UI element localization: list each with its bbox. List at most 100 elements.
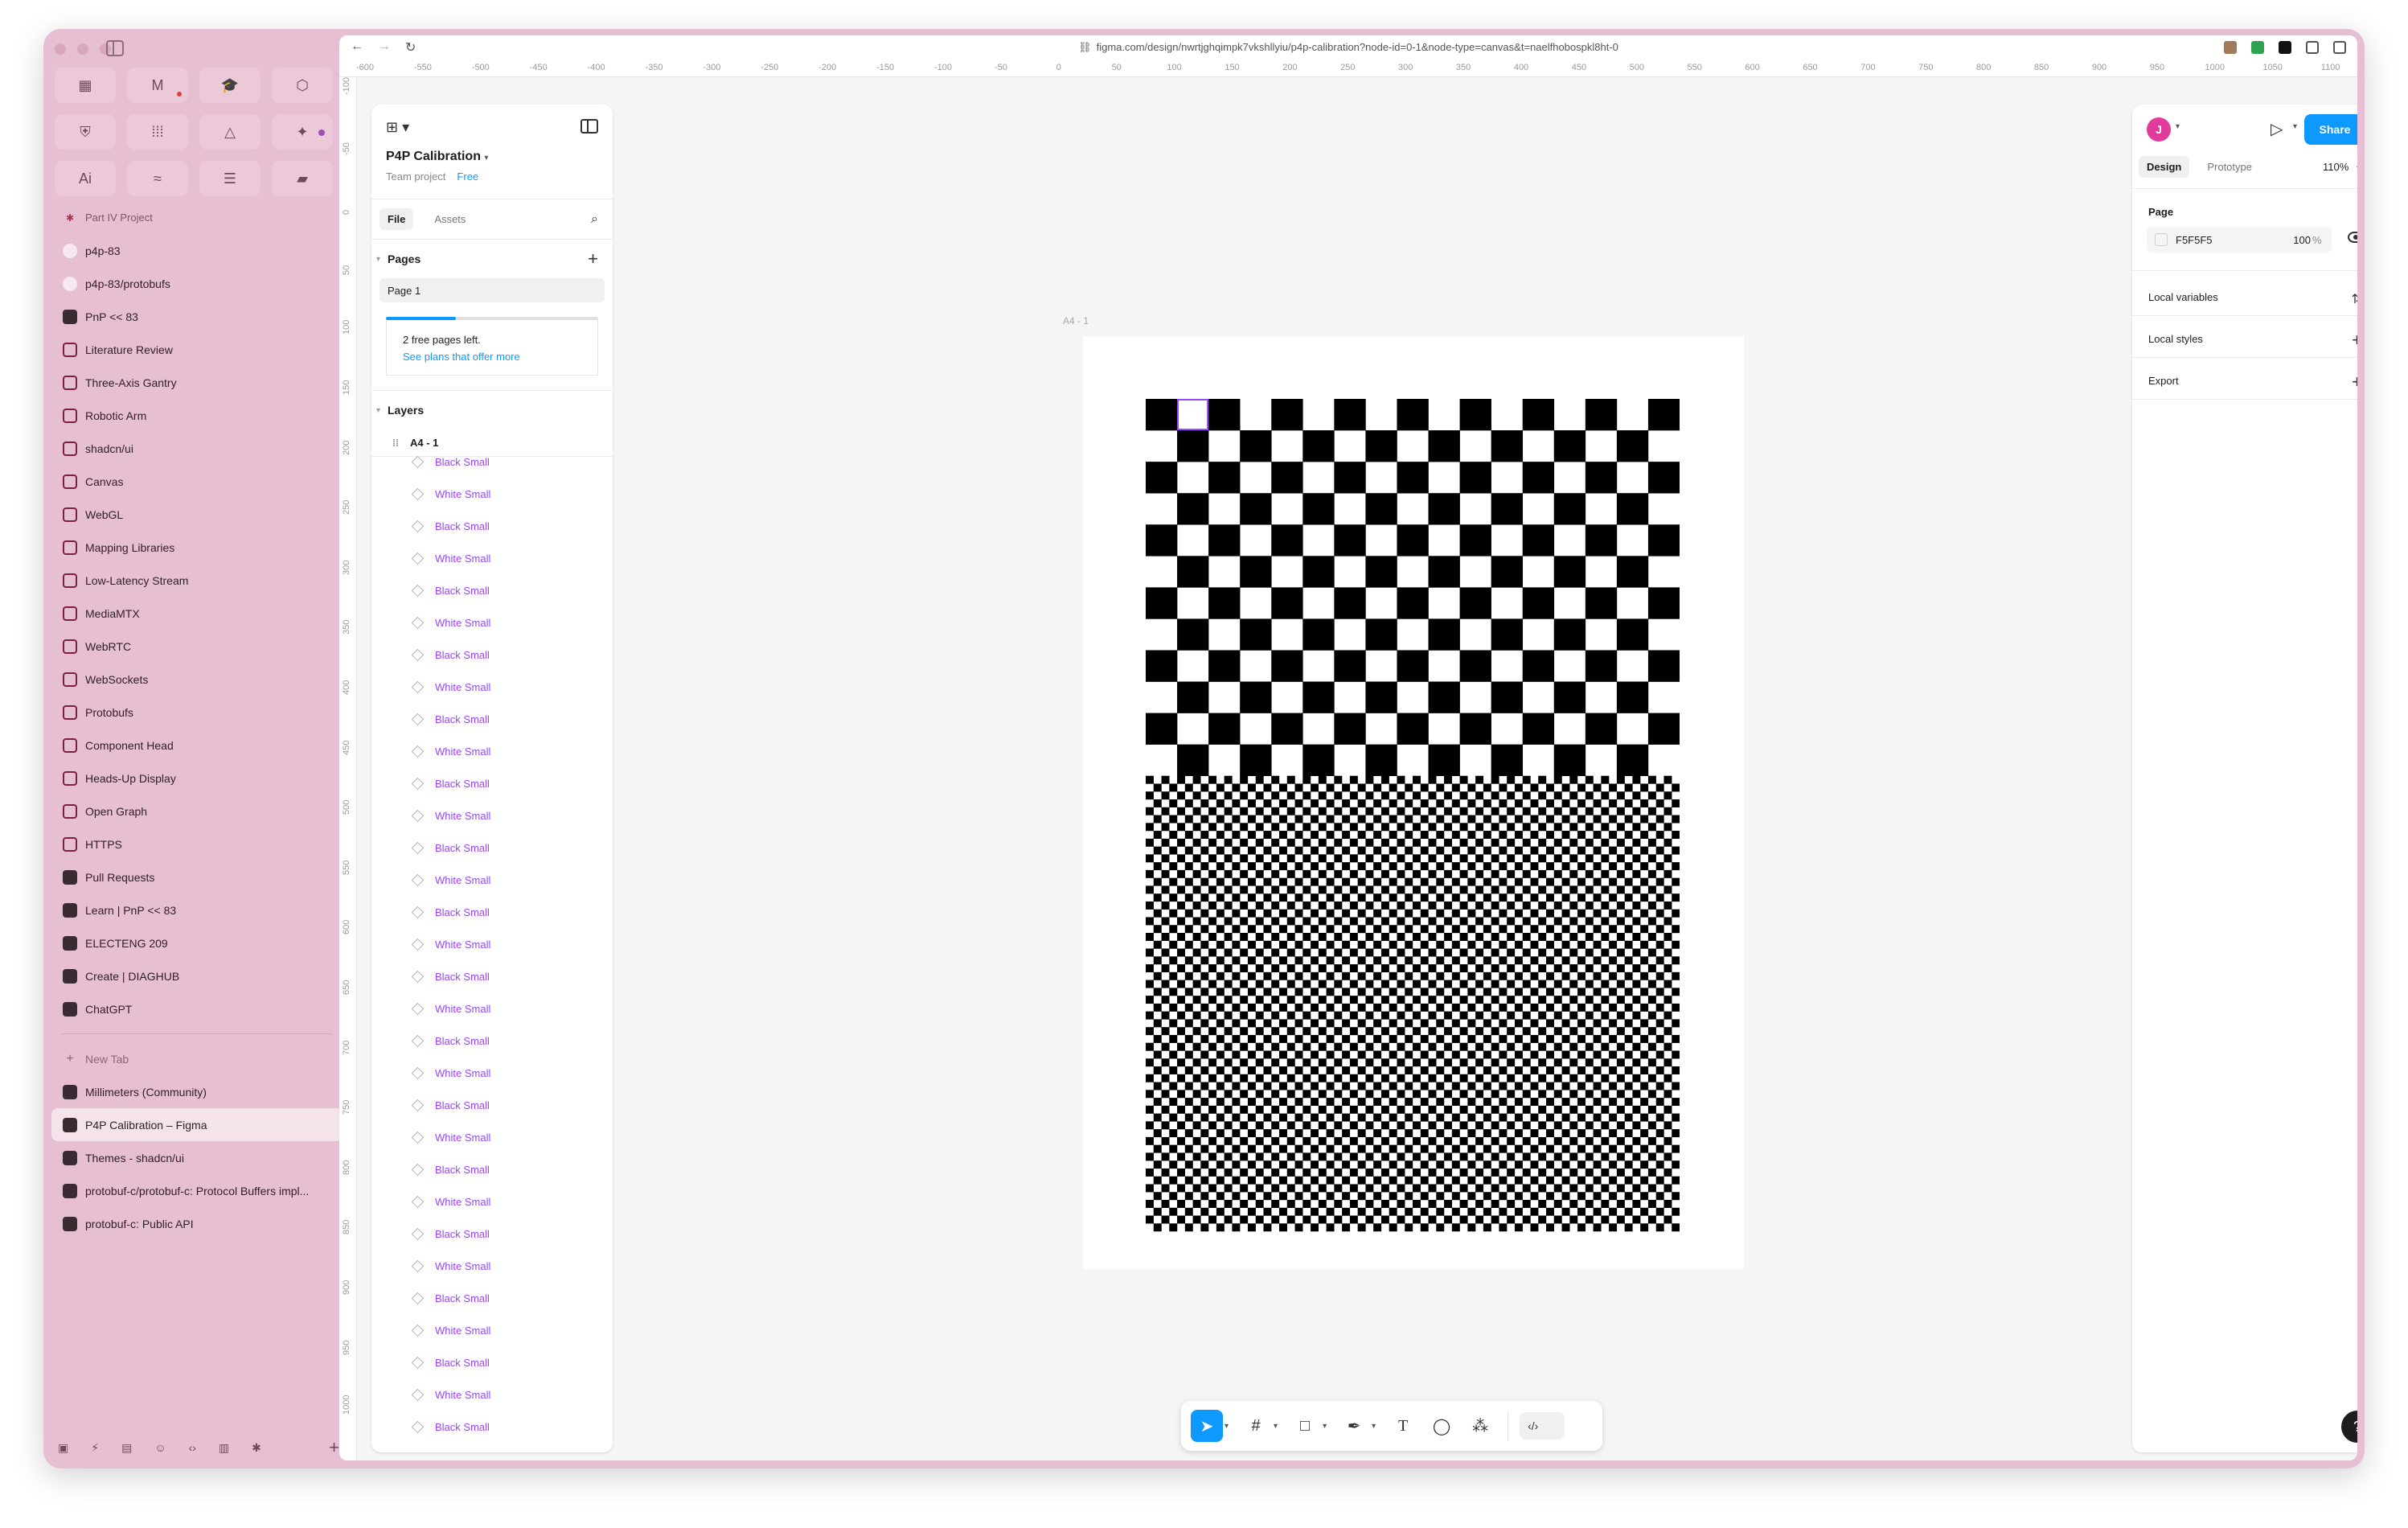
black-square-small[interactable]	[1334, 1011, 1343, 1020]
black-square-small[interactable]	[1200, 1098, 1209, 1107]
black-square-small[interactable]	[1184, 956, 1193, 965]
black-square-small[interactable]	[1153, 1082, 1162, 1091]
black-square-small[interactable]	[1349, 1027, 1358, 1036]
black-square-small[interactable]	[1208, 1168, 1217, 1177]
black-square-small[interactable]	[1585, 948, 1594, 957]
black-square-small[interactable]	[1342, 877, 1351, 886]
black-square-small[interactable]	[1546, 1223, 1554, 1232]
black-square-small[interactable]	[1255, 1058, 1264, 1067]
black-square-small[interactable]	[1311, 1066, 1319, 1074]
black-square-small[interactable]	[1499, 988, 1508, 996]
black-square-large[interactable]	[1459, 524, 1491, 557]
black-square-small[interactable]	[1483, 1082, 1491, 1091]
layer-row[interactable]: White Small	[371, 478, 613, 510]
black-square-small[interactable]	[1216, 831, 1225, 840]
black-square-small[interactable]	[1514, 988, 1523, 996]
black-square-small[interactable]	[1663, 1058, 1672, 1067]
black-square-small[interactable]	[1616, 1074, 1625, 1082]
black-square-small[interactable]	[1247, 1176, 1256, 1185]
black-square-small[interactable]	[1232, 1192, 1241, 1201]
black-square-small[interactable]	[1546, 1207, 1554, 1216]
black-square-small[interactable]	[1436, 893, 1445, 902]
black-square-small[interactable]	[1467, 956, 1476, 965]
black-square-small[interactable]	[1365, 1042, 1374, 1051]
black-square-small[interactable]	[1663, 1090, 1672, 1099]
black-square-small[interactable]	[1311, 1223, 1319, 1232]
black-square-small[interactable]	[1318, 1105, 1327, 1114]
black-square-small[interactable]	[1577, 799, 1586, 807]
black-square-small[interactable]	[1302, 933, 1311, 941]
black-square-small[interactable]	[1632, 1090, 1641, 1099]
black-square-small[interactable]	[1177, 980, 1186, 988]
black-square-small[interactable]	[1216, 1066, 1225, 1074]
black-square-small[interactable]	[1184, 1019, 1193, 1028]
black-square-small[interactable]	[1616, 838, 1625, 847]
black-square-small[interactable]	[1569, 933, 1578, 941]
black-square-small[interactable]	[1530, 783, 1539, 792]
black-square-small[interactable]	[1672, 862, 1680, 871]
black-square-small[interactable]	[1553, 1184, 1562, 1193]
black-square-small[interactable]	[1153, 1207, 1162, 1216]
black-square-small[interactable]	[1451, 1050, 1460, 1059]
black-square-small[interactable]	[1318, 1027, 1327, 1036]
black-square-small[interactable]	[1413, 775, 1421, 784]
black-square-small[interactable]	[1609, 909, 1618, 918]
black-square-large[interactable]	[1177, 493, 1209, 525]
black-square-small[interactable]	[1655, 783, 1664, 792]
black-square-small[interactable]	[1380, 775, 1389, 784]
black-square-large[interactable]	[1553, 681, 1586, 713]
black-square-small[interactable]	[1255, 854, 1264, 863]
black-square-small[interactable]	[1483, 1223, 1491, 1232]
black-square-small[interactable]	[1192, 885, 1201, 894]
collapse-panel-icon[interactable]	[580, 119, 598, 133]
black-square-small[interactable]	[1475, 1090, 1484, 1099]
black-square-small[interactable]	[1192, 1074, 1201, 1082]
black-square-small[interactable]	[1146, 1136, 1154, 1145]
black-square-small[interactable]	[1609, 940, 1618, 949]
black-square-small[interactable]	[1444, 1200, 1453, 1208]
black-square-small[interactable]	[1192, 980, 1201, 988]
black-square-small[interactable]	[1475, 1184, 1484, 1193]
black-square-small[interactable]	[1389, 1019, 1397, 1028]
black-square-small[interactable]	[1271, 917, 1280, 926]
black-square-small[interactable]	[1451, 1082, 1460, 1091]
sidebar-item[interactable]: Learn | PnP << 83	[51, 893, 343, 926]
black-square-small[interactable]	[1357, 1034, 1366, 1043]
black-square-small[interactable]	[1632, 1121, 1641, 1130]
black-square-small[interactable]	[1491, 854, 1499, 863]
black-square-small[interactable]	[1192, 838, 1201, 847]
black-square-small[interactable]	[1365, 775, 1374, 784]
black-square-small[interactable]	[1263, 846, 1272, 855]
pinned-tab[interactable]: ✦	[272, 114, 333, 150]
black-square-small[interactable]	[1467, 846, 1476, 855]
black-square-small[interactable]	[1577, 988, 1586, 996]
black-square-small[interactable]	[1240, 1027, 1249, 1036]
black-square-small[interactable]	[1263, 971, 1272, 980]
black-square-small[interactable]	[1413, 1042, 1421, 1051]
black-square-small[interactable]	[1459, 1168, 1468, 1177]
black-square-small[interactable]	[1294, 862, 1303, 871]
black-square-small[interactable]	[1146, 807, 1154, 815]
black-square-small[interactable]	[1318, 1184, 1327, 1193]
black-square-small[interactable]	[1271, 885, 1280, 894]
black-square-small[interactable]	[1279, 877, 1287, 886]
black-square-small[interactable]	[1655, 940, 1664, 949]
black-square-small[interactable]	[1632, 917, 1641, 926]
black-square-small[interactable]	[1577, 1050, 1586, 1059]
black-square-small[interactable]	[1514, 909, 1523, 918]
black-square-small[interactable]	[1672, 925, 1680, 934]
black-square-small[interactable]	[1263, 956, 1272, 965]
black-square-small[interactable]	[1192, 791, 1201, 800]
black-square-small[interactable]	[1507, 854, 1516, 863]
black-square-small[interactable]	[1647, 807, 1656, 815]
black-square-small[interactable]	[1428, 1184, 1437, 1193]
calibration-checkerboard[interactable]	[1146, 399, 1680, 1235]
black-square-small[interactable]	[1522, 996, 1531, 1004]
black-square-large[interactable]	[1616, 681, 1649, 713]
black-square-small[interactable]	[1451, 877, 1460, 886]
black-square-small[interactable]	[1420, 815, 1429, 824]
black-square-small[interactable]	[1444, 807, 1453, 815]
black-square-small[interactable]	[1161, 1090, 1170, 1099]
black-square-small[interactable]	[1146, 1215, 1154, 1224]
black-square-small[interactable]	[1380, 1184, 1389, 1193]
